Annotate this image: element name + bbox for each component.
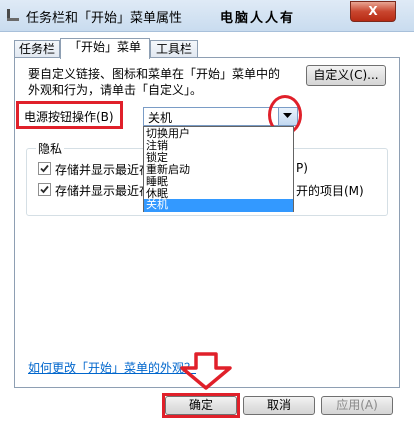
checkmark-icon bbox=[40, 164, 49, 173]
title-bar[interactable]: 任务栏和「开始」菜单属性 电脑人人有 X bbox=[0, 0, 414, 32]
properties-dialog: 任务栏和「开始」菜单属性 电脑人人有 X 任务栏 「开始」菜单 工具栏 要自定义… bbox=[0, 0, 414, 430]
taskbar-app-icon bbox=[7, 9, 19, 21]
checkbox-programs-label: 存储并显示最近在 bbox=[55, 163, 152, 177]
window-title: 任务栏和「开始」菜单属性 bbox=[26, 11, 183, 26]
customize-description: 要自定义链接、图标和菜单在「开始」菜单中的 外观和行为，请单击「自定义」。 bbox=[28, 66, 298, 98]
checkbox-items-label: 存储并显示最近在 bbox=[55, 184, 152, 198]
privacy-option-items-suffix: 开的项目(M) bbox=[296, 184, 364, 198]
description-line-2: 外观和行为，请单击「自定义」。 bbox=[28, 83, 203, 97]
power-options-list[interactable]: 切换用户 注销 锁定 重新启动 睡眠 休眠 关机 bbox=[143, 126, 294, 212]
customize-button[interactable]: 自定义(C)... bbox=[306, 65, 386, 86]
checkmark-icon bbox=[40, 185, 49, 194]
power-option-shut-down[interactable]: 关机 bbox=[144, 199, 293, 212]
checkbox-items[interactable] bbox=[38, 183, 51, 196]
privacy-option-programs-suffix: P) bbox=[296, 161, 308, 175]
annotation-arrow-down-icon bbox=[180, 352, 232, 390]
close-icon: X bbox=[368, 4, 378, 18]
tab-toolbars[interactable]: 工具栏 bbox=[150, 40, 198, 58]
close-button[interactable]: X bbox=[350, 1, 396, 22]
description-line-1: 要自定义链接、图标和菜单在「开始」菜单中的 bbox=[28, 67, 281, 81]
apply-button[interactable]: 应用(A) bbox=[321, 396, 393, 415]
help-link[interactable]: 如何更改「开始」菜单的外观？ bbox=[28, 359, 196, 376]
cancel-button[interactable]: 取消 bbox=[243, 396, 315, 415]
power-button-label: 电源按钮操作(B) bbox=[24, 110, 114, 124]
tab-taskbar[interactable]: 任务栏 bbox=[14, 40, 60, 58]
watermark-text: 电脑人人有 bbox=[220, 11, 296, 26]
tab-start-menu[interactable]: 「开始」菜单 bbox=[60, 38, 150, 59]
annotation-box-ok bbox=[162, 393, 240, 418]
checkbox-programs[interactable] bbox=[38, 162, 51, 175]
power-button-value: 关机 bbox=[148, 111, 173, 125]
privacy-title: 隐私 bbox=[36, 140, 65, 157]
